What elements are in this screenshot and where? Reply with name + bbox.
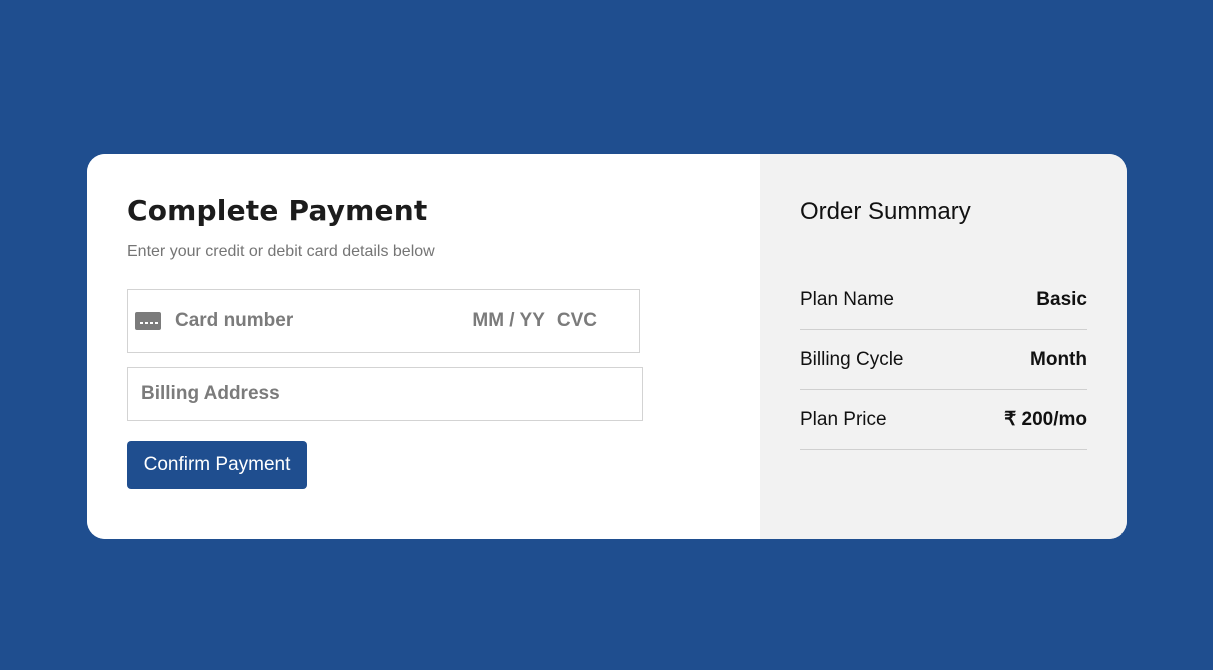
order-summary-title: Order Summary <box>800 198 971 225</box>
summary-row-value: ₹ 200/mo <box>1004 409 1087 430</box>
summary-row-label: Billing Cycle <box>800 348 904 370</box>
summary-row-value: Basic <box>1036 288 1087 310</box>
credit-card-icon <box>135 312 161 330</box>
summary-row-label: Plan Name <box>800 288 894 310</box>
payment-card: Complete Payment Enter your credit or de… <box>87 154 1127 539</box>
summary-row-value: Month <box>1030 348 1087 370</box>
billing-address-input[interactable]: Billing Address <box>127 367 643 421</box>
order-summary-panel: Order Summary Plan Name Basic Billing Cy… <box>760 154 1127 539</box>
card-details-field[interactable]: Card number MM / YY CVC <box>127 289 640 353</box>
page-subtitle: Enter your credit or debit card details … <box>127 243 435 260</box>
summary-row-label: Plan Price <box>800 408 887 430</box>
expiry-input[interactable]: MM / YY <box>472 310 545 332</box>
card-number-input[interactable]: Card number <box>175 310 472 332</box>
page-title: Complete Payment <box>127 194 428 227</box>
summary-row-plan-price: Plan Price ₹ 200/mo <box>800 390 1087 450</box>
summary-row-plan-name: Plan Name Basic <box>800 270 1087 330</box>
summary-row-billing-cycle: Billing Cycle Month <box>800 330 1087 390</box>
confirm-payment-button[interactable]: Confirm Payment <box>127 441 307 489</box>
cvc-input[interactable]: CVC <box>557 310 597 332</box>
corner-accent <box>1121 533 1127 539</box>
payment-form-panel: Complete Payment Enter your credit or de… <box>87 154 760 539</box>
